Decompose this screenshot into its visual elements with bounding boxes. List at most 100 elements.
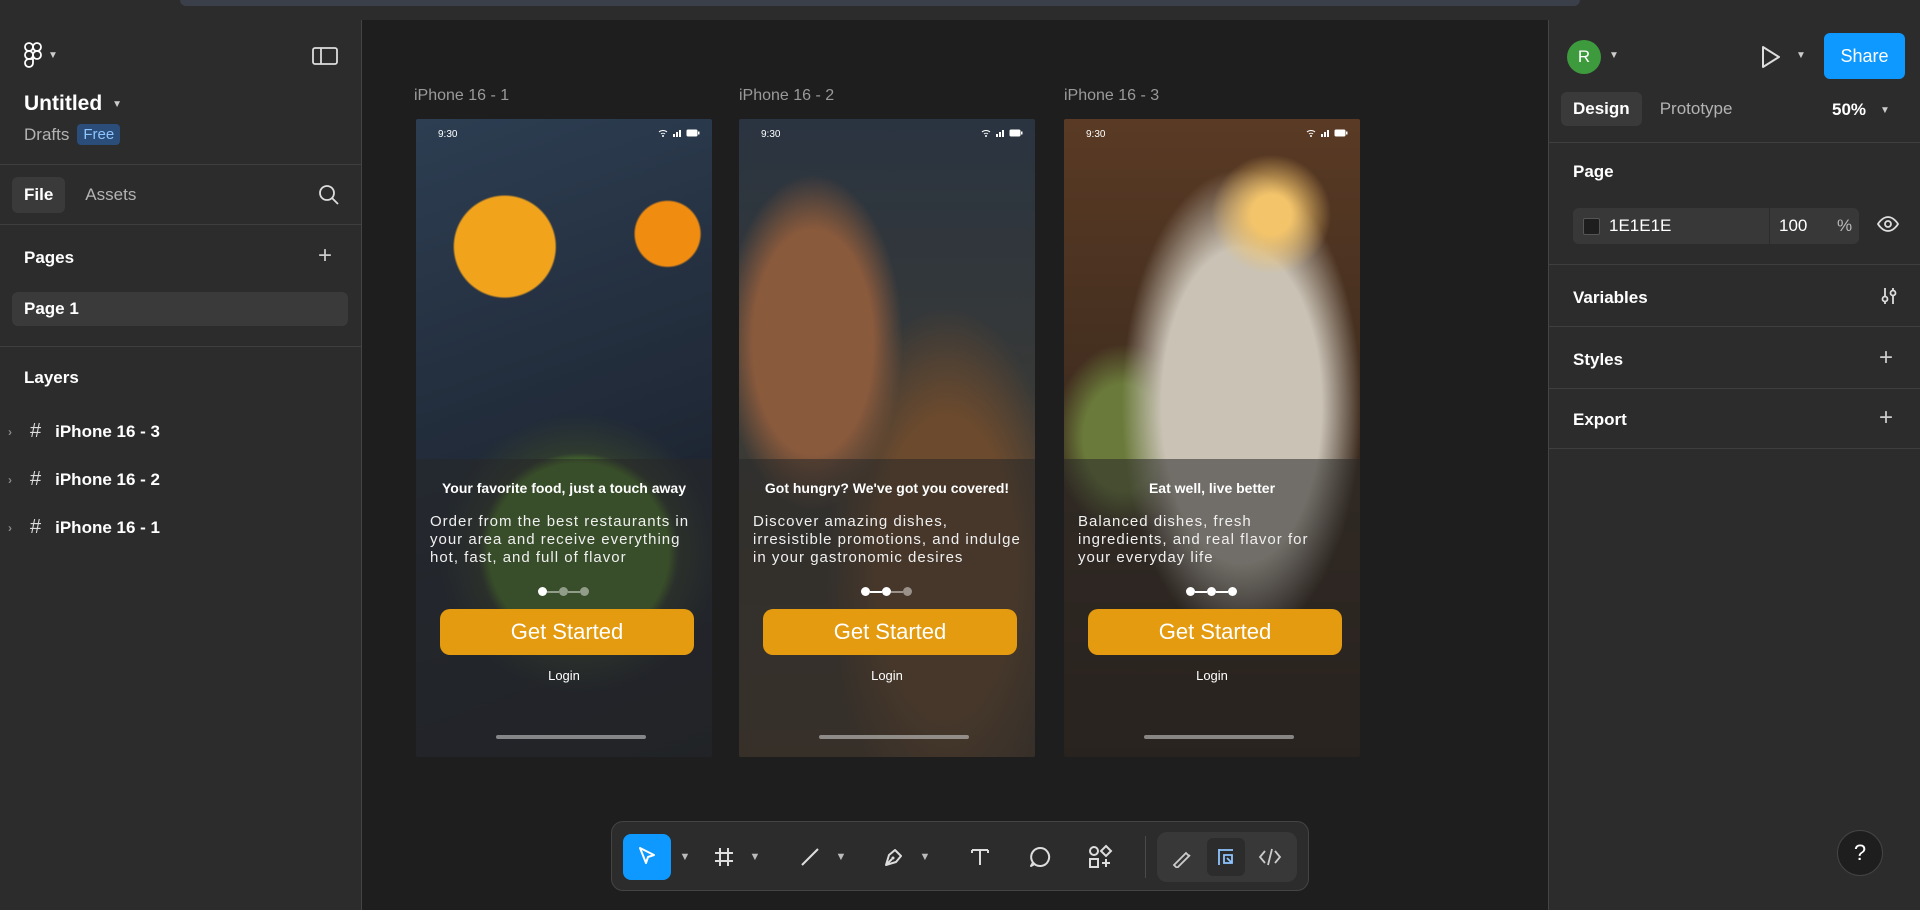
- onboarding-title: Your favorite food, just a touch away: [442, 480, 686, 496]
- left-tabs: File Assets: [12, 177, 148, 213]
- onboarding-title: Eat well, live better: [1148, 480, 1276, 496]
- wifi-icon: [658, 130, 668, 137]
- dot-connector: [1216, 590, 1228, 593]
- pages-heading: Pages: [24, 248, 75, 267]
- layers-heading: Layers: [24, 368, 79, 387]
- frame-icon: #: [30, 420, 42, 442]
- login-link[interactable]: Login: [1064, 668, 1360, 683]
- chevron-down-icon: ▼: [48, 49, 58, 61]
- frame-label[interactable]: iPhone 16 - 3: [1064, 87, 1159, 105]
- pagination-dots: [1186, 587, 1237, 596]
- chevron-down-icon[interactable]: ▼: [1609, 50, 1619, 61]
- login-link[interactable]: Login: [416, 668, 712, 683]
- text-icon: [971, 849, 989, 865]
- add-style-button[interactable]: +: [1879, 346, 1893, 370]
- onboarding-description: Discover amazing dishes, irresistible pr…: [753, 513, 1021, 566]
- left-sidebar: ▼ Untitled ▼ Drafts Free File Assets Pag…: [0, 20, 362, 910]
- status-icons: [658, 129, 700, 137]
- divider: [1549, 448, 1920, 449]
- tab-assets[interactable]: Assets: [73, 177, 148, 213]
- dev-mode-button[interactable]: [1251, 838, 1289, 876]
- design-mode-button[interactable]: [1207, 838, 1245, 876]
- tab-design[interactable]: Design: [1561, 92, 1642, 126]
- divider: [0, 164, 361, 165]
- page-color-field[interactable]: 1E1E1E 100 %: [1573, 208, 1859, 244]
- draw-icon: [1172, 851, 1191, 868]
- page-dot: [1186, 587, 1195, 596]
- comment-tool-button[interactable]: [1022, 834, 1058, 880]
- file-title: Untitled: [24, 92, 103, 115]
- add-export-button[interactable]: +: [1879, 406, 1893, 430]
- frame-label[interactable]: iPhone 16 - 1: [414, 87, 509, 105]
- main-menu-button[interactable]: ▼: [24, 42, 58, 68]
- phone-frame[interactable]: 9:30 Got hungry? We've got you covered! …: [739, 119, 1035, 757]
- actions-button[interactable]: [1082, 834, 1118, 880]
- tab-prototype[interactable]: Prototype: [1648, 92, 1745, 126]
- zoom-dropdown[interactable]: 50% ▼: [1832, 100, 1890, 120]
- variables-button[interactable]: [1879, 286, 1899, 311]
- color-hex-input[interactable]: 1E1E1E: [1609, 216, 1671, 236]
- tab-file[interactable]: File: [12, 177, 66, 213]
- drafts-label[interactable]: Drafts: [24, 125, 69, 145]
- frame-icon: #: [30, 468, 42, 490]
- chevron-down-icon[interactable]: ▼: [1796, 50, 1806, 61]
- draw-mode-button[interactable]: [1163, 838, 1201, 876]
- chevron-right-icon[interactable]: ›: [8, 473, 16, 487]
- present-button[interactable]: [1759, 44, 1783, 75]
- move-tool-button[interactable]: [623, 834, 671, 880]
- dot-connector: [1195, 590, 1207, 593]
- chevron-right-icon[interactable]: ›: [8, 521, 16, 535]
- toggle-sidebar-button[interactable]: [312, 46, 338, 66]
- search-icon: [319, 185, 339, 205]
- line-tool-button[interactable]: [792, 834, 828, 880]
- help-button[interactable]: ?: [1837, 830, 1883, 876]
- layer-label: iPhone 16 - 3: [55, 421, 160, 441]
- get-started-button[interactable]: Get Started: [763, 609, 1017, 655]
- share-button[interactable]: Share: [1824, 33, 1905, 79]
- get-started-button[interactable]: Get Started: [440, 609, 694, 655]
- text-tool-button[interactable]: [962, 834, 998, 880]
- layer-item[interactable]: › # iPhone 16 - 2: [8, 468, 160, 491]
- chevron-down-icon: ▼: [1880, 104, 1890, 116]
- get-started-button[interactable]: Get Started: [1088, 609, 1342, 655]
- line-tool-menu[interactable]: ▼: [834, 834, 848, 880]
- login-link[interactable]: Login: [739, 668, 1035, 683]
- avatar[interactable]: R: [1567, 40, 1601, 74]
- code-icon: [1258, 848, 1282, 866]
- pen-tool-button[interactable]: [876, 834, 912, 880]
- battery-icon: [686, 129, 700, 137]
- canvas[interactable]: iPhone 16 - 1 9:30 Your favorite food, j…: [362, 20, 1548, 910]
- add-page-button[interactable]: +: [318, 244, 332, 268]
- frame-label[interactable]: iPhone 16 - 2: [739, 87, 834, 105]
- content-overlay: [416, 459, 712, 757]
- visibility-toggle[interactable]: [1876, 216, 1900, 237]
- layer-item[interactable]: › # iPhone 16 - 3: [8, 420, 160, 443]
- color-swatch[interactable]: [1583, 218, 1600, 235]
- page-item[interactable]: Page 1: [12, 292, 348, 326]
- design-mode-icon: [1218, 849, 1233, 865]
- search-button[interactable]: [318, 184, 340, 211]
- styles-heading: Styles: [1573, 350, 1624, 369]
- move-tool-menu[interactable]: ▼: [678, 834, 692, 880]
- home-indicator: [1144, 735, 1294, 739]
- dot-connector: [547, 590, 559, 593]
- pen-tool-menu[interactable]: ▼: [918, 834, 932, 880]
- phone-frame[interactable]: 9:30 Your favorite food, just a touch aw…: [416, 119, 712, 757]
- onboarding-description: Order from the best restaurants in your …: [430, 513, 690, 566]
- file-location: Drafts Free: [24, 124, 121, 145]
- layer-label: iPhone 16 - 1: [55, 517, 160, 537]
- right-panel: R ▼ ▼ Share Design Prototype 50% ▼ Page …: [1548, 20, 1920, 910]
- chevron-right-icon[interactable]: ›: [8, 425, 16, 439]
- phone-frame[interactable]: 9:30 Eat well, live better Balanced dish…: [1064, 119, 1360, 757]
- file-name-button[interactable]: Untitled ▼: [24, 92, 122, 116]
- home-indicator: [819, 735, 969, 739]
- frame-tool-button[interactable]: [706, 834, 742, 880]
- figma-logo-icon: [24, 42, 42, 68]
- frame-tool-menu[interactable]: ▼: [748, 834, 762, 880]
- divider: [1549, 264, 1920, 265]
- dot-connector: [568, 590, 580, 593]
- chevron-down-icon: ▼: [749, 851, 761, 863]
- opacity-input[interactable]: 100: [1779, 216, 1807, 236]
- layer-item[interactable]: › # iPhone 16 - 1: [8, 516, 160, 539]
- status-time: 9:30: [1086, 129, 1106, 140]
